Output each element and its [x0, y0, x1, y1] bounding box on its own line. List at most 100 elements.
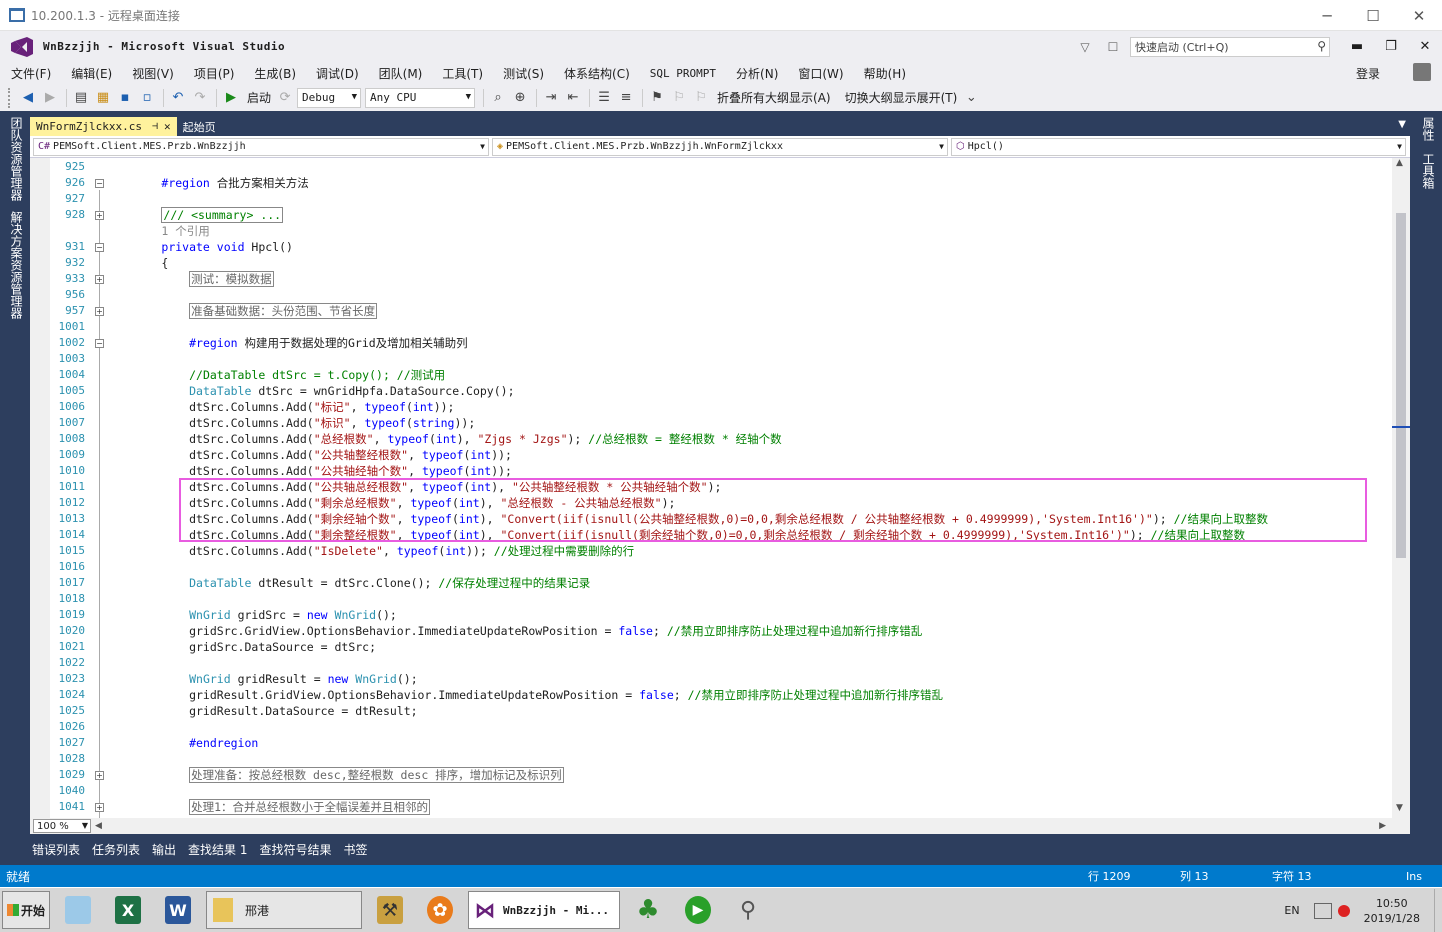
code-line[interactable]: 932 {: [30, 255, 1392, 271]
expand-outline-icon[interactable]: +: [95, 275, 104, 284]
filter-icon[interactable]: ▽: [1074, 36, 1096, 58]
code-line[interactable]: 1024 gridResult.GridView.OptionsBehavior…: [30, 687, 1392, 703]
tab-start-page[interactable]: 起始页: [177, 117, 222, 136]
save-icon[interactable]: ▪: [115, 88, 135, 108]
open-file-icon[interactable]: ▦: [93, 88, 113, 108]
code-line[interactable]: 1028: [30, 751, 1392, 767]
next-bookmark-icon[interactable]: ⚐: [691, 88, 711, 108]
tab-bookmarks[interactable]: 书签: [338, 841, 374, 858]
type-dropdown[interactable]: ◈ PEMSoft.Client.MES.Przb.WnBzzjjh.WnFor…: [492, 137, 948, 156]
team-explorer-tab[interactable]: 团队资源管理器: [8, 117, 25, 201]
code-line[interactable]: 1001: [30, 319, 1392, 335]
menu-edit[interactable]: 编辑(E): [60, 65, 121, 82]
code-line[interactable]: 1016: [30, 559, 1392, 575]
toolbar-grip[interactable]: [8, 87, 12, 108]
code-line[interactable]: 1022: [30, 655, 1392, 671]
solution-configuration-select[interactable]: Debug ▼: [297, 87, 362, 108]
code-line[interactable]: 956: [30, 287, 1392, 303]
navigate-forward-icon[interactable]: ▶: [40, 88, 60, 108]
code-line[interactable]: 1021 gridSrc.DataSource = dtSrc;: [30, 639, 1392, 655]
properties-tab[interactable]: 属性: [1420, 117, 1437, 141]
start-button[interactable]: 开始: [2, 891, 50, 929]
tab-find-results-1[interactable]: 查找结果 1: [182, 841, 253, 858]
menu-sql-prompt[interactable]: SQL PROMPT: [639, 67, 725, 80]
feedback-icon[interactable]: ☐: [1102, 36, 1124, 58]
taskbar-word[interactable]: W: [156, 890, 200, 930]
rdp-minimize-button[interactable]: ─: [1304, 0, 1350, 31]
scrollbar-thumb[interactable]: [1396, 213, 1406, 558]
taskbar-visual-studio-window[interactable]: ⋈ WnBzzjjh - Mi...: [468, 891, 620, 929]
login-link[interactable]: 登录: [1356, 65, 1380, 82]
code-line[interactable]: 925: [30, 159, 1392, 175]
code-line[interactable]: 1017 DataTable dtResult = dtSrc.Clone();…: [30, 575, 1392, 591]
new-project-icon[interactable]: ▤: [71, 88, 91, 108]
system-clock[interactable]: 10:50 2019/1/28: [1364, 896, 1420, 926]
solution-platform-select[interactable]: Any CPU ▼: [365, 87, 476, 108]
code-line[interactable]: 1026: [30, 719, 1392, 735]
menu-help[interactable]: 帮助(H): [853, 65, 915, 82]
taskbar-search-app[interactable]: ⚲: [726, 890, 770, 930]
taskbar-browser[interactable]: ✿: [418, 890, 462, 930]
user-avatar-icon[interactable]: [1413, 63, 1431, 81]
code-line[interactable]: 1025 gridResult.DataSource = dtResult;: [30, 703, 1392, 719]
navigate-back-icon[interactable]: ◀: [18, 88, 38, 108]
close-icon[interactable]: ✕: [164, 120, 171, 133]
collapse-outline-icon[interactable]: −: [95, 243, 104, 252]
toolbox-tab[interactable]: 工具箱: [1420, 153, 1437, 189]
scroll-up-icon[interactable]: ▲: [1396, 158, 1403, 168]
indent-icon[interactable]: ⇥: [541, 88, 561, 108]
redo-icon[interactable]: ↷: [190, 88, 210, 108]
code-line[interactable]: 1023 WnGrid gridResult = new WnGrid();: [30, 671, 1392, 687]
member-dropdown[interactable]: ⬡ Hpcl() ▼: [951, 137, 1406, 156]
code-line[interactable]: 926 − #region 合批方案相关方法: [30, 175, 1392, 191]
pin-icon[interactable]: ⊣: [152, 121, 158, 132]
taskbar-tree-app[interactable]: ♣: [626, 890, 670, 930]
scroll-right-icon[interactable]: ▶: [1379, 821, 1386, 831]
tab-list-dropdown-icon[interactable]: ▼: [1398, 119, 1406, 130]
code-line[interactable]: 1029 + 处理准备：按总经根数 desc,整经根数 desc 排序，增加标记及…: [30, 767, 1392, 783]
refresh-icon[interactable]: ⟳: [275, 88, 295, 108]
menu-debug[interactable]: 调试(D): [305, 65, 368, 82]
tab-task-list[interactable]: 任务列表: [86, 841, 146, 858]
code-line[interactable]: 931 − private void Hpcl(): [30, 239, 1392, 255]
code-line[interactable]: 1015 dtSrc.Columns.Add("IsDelete", typeo…: [30, 543, 1392, 559]
toggle-outlining-expansion-button[interactable]: 切换大纲显示展开(T): [845, 89, 958, 106]
expand-outline-icon[interactable]: +: [95, 211, 104, 220]
scroll-left-icon[interactable]: ◀: [95, 821, 102, 831]
menu-test[interactable]: 测试(S): [492, 65, 553, 82]
expand-outline-icon[interactable]: +: [95, 307, 104, 316]
taskbar-folder-window[interactable]: 邢港: [206, 891, 362, 929]
quick-launch-input[interactable]: 快速启动 (Ctrl+Q) ⚲: [1130, 36, 1330, 57]
code-line[interactable]: 1041 + 处理1：合并总经根数小于全幅误差并且相邻的: [30, 799, 1392, 815]
bookmark-icon[interactable]: ⚑: [647, 88, 667, 108]
menu-project[interactable]: 项目(P): [183, 65, 244, 82]
code-line[interactable]: 1005 DataTable dtSrc = wnGridHpfa.DataSo…: [30, 383, 1392, 399]
code-line[interactable]: 928 + /// <summary> ...: [30, 207, 1392, 223]
menu-team[interactable]: 团队(M): [368, 65, 432, 82]
code-line[interactable]: 1040: [30, 783, 1392, 799]
expand-outline-icon[interactable]: +: [95, 803, 104, 812]
attach-process-icon[interactable]: ⊕: [510, 88, 530, 108]
vs-close-button[interactable]: ✕: [1408, 39, 1442, 54]
find-in-files-icon[interactable]: ⌕: [488, 88, 508, 108]
outdent-icon[interactable]: ⇤: [563, 88, 583, 108]
code-line[interactable]: 1010 dtSrc.Columns.Add("公共轴经轴个数", typeof…: [30, 463, 1392, 479]
comment-lines-icon[interactable]: ☰: [594, 88, 614, 108]
input-language-indicator[interactable]: EN: [1284, 904, 1299, 917]
tab-output[interactable]: 输出: [146, 841, 182, 858]
menu-window[interactable]: 窗口(W): [787, 65, 852, 82]
code-line[interactable]: 933 + 测试：模拟数据: [30, 271, 1392, 287]
code-line[interactable]: 1 个引用: [30, 223, 1392, 239]
taskbar-player-app[interactable]: ▶: [676, 890, 720, 930]
code-line[interactable]: 1008 dtSrc.Columns.Add("总经根数", typeof(in…: [30, 431, 1392, 447]
code-line[interactable]: 1003: [30, 351, 1392, 367]
vs-minimize-button[interactable]: ▬: [1340, 39, 1374, 54]
code-line[interactable]: 1009 dtSrc.Columns.Add("公共轴整经根数", typeof…: [30, 447, 1392, 463]
start-debug-icon[interactable]: ▶: [221, 88, 241, 108]
network-icon[interactable]: [1313, 902, 1332, 919]
alert-icon[interactable]: [1337, 904, 1350, 917]
taskbar-notepad[interactable]: [56, 890, 100, 930]
rdp-close-button[interactable]: ✕: [1396, 0, 1442, 31]
save-all-icon[interactable]: ▫: [137, 88, 157, 108]
menu-architecture[interactable]: 体系结构(C): [553, 65, 639, 82]
